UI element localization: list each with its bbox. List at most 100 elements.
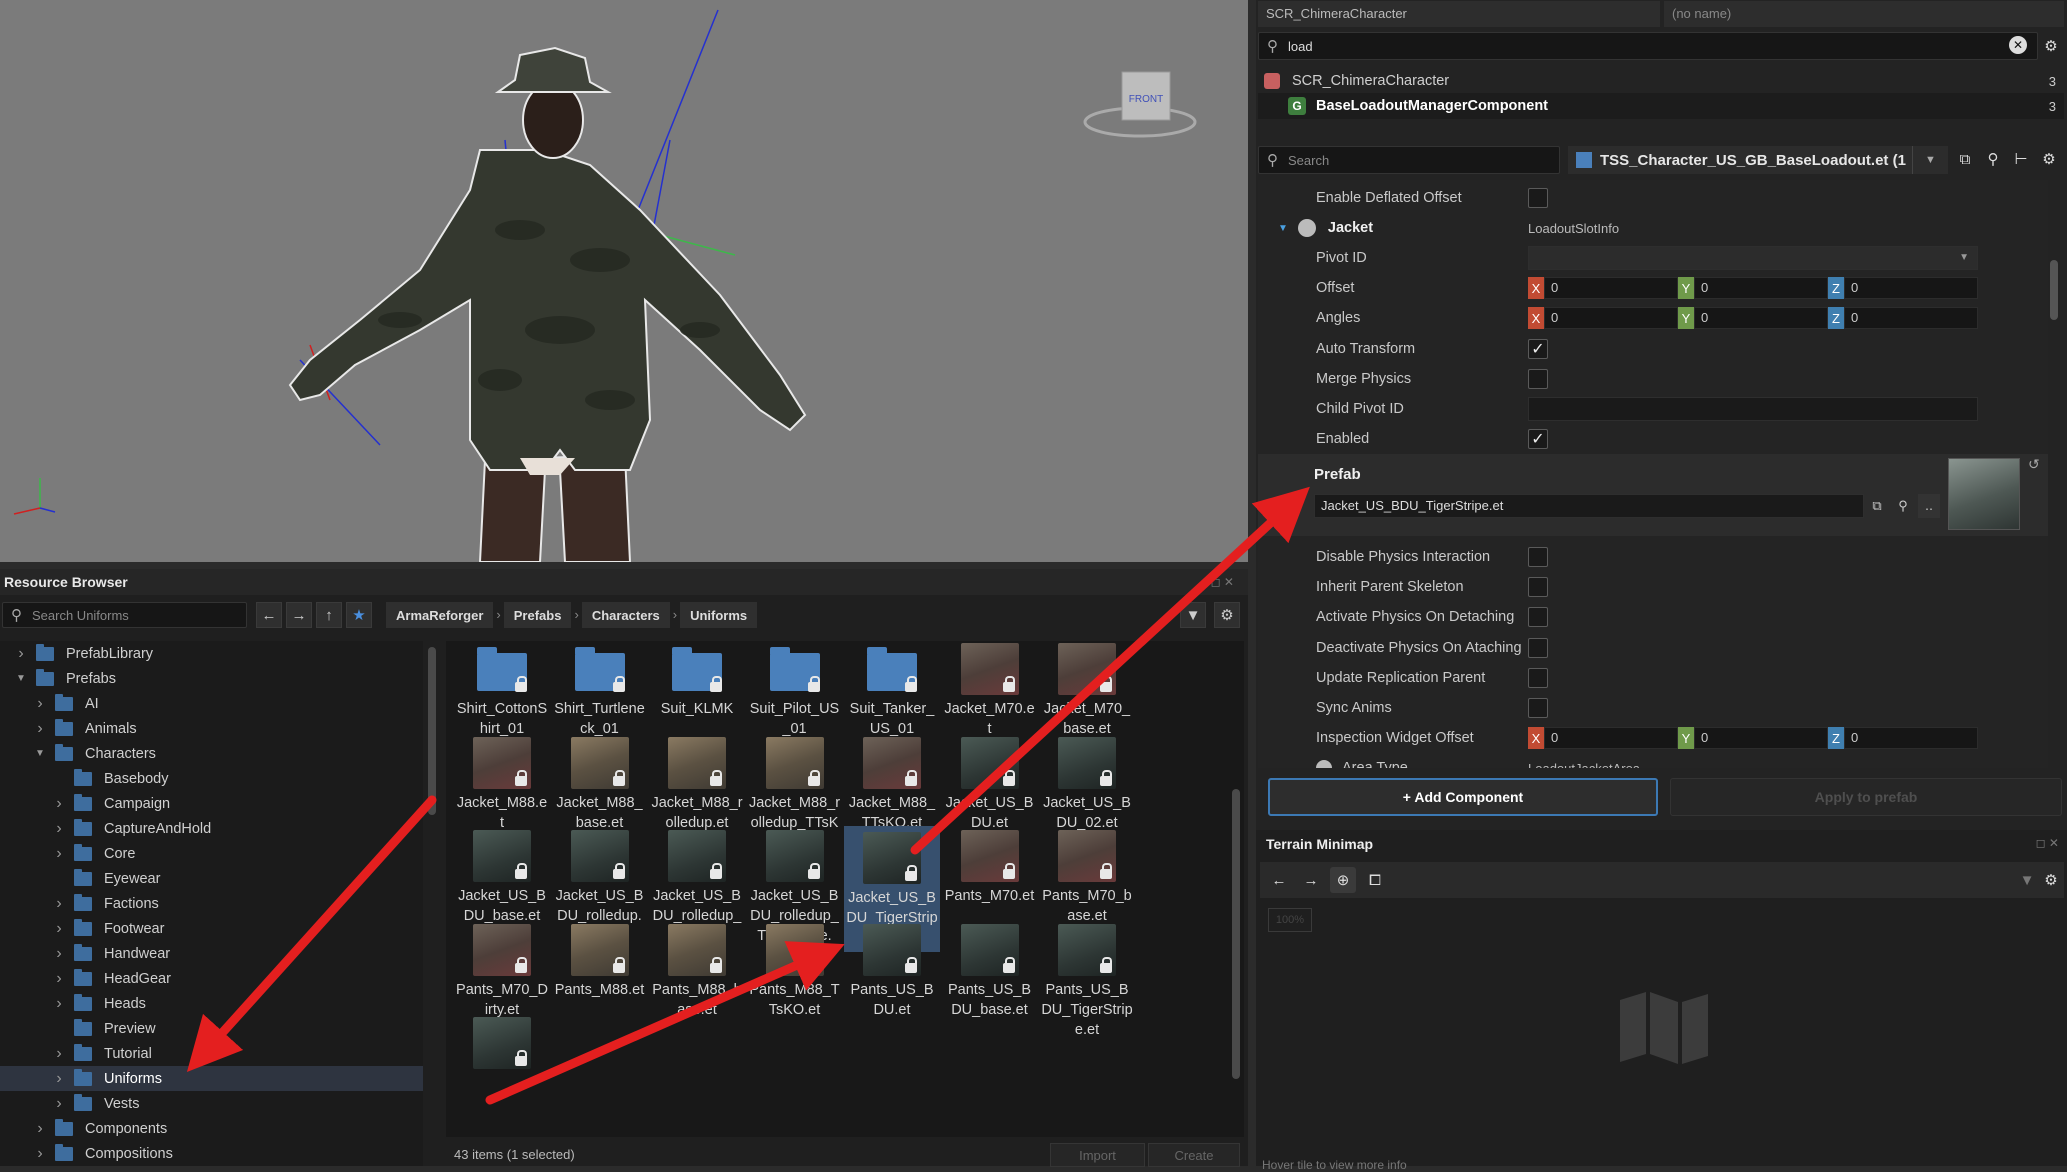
z-value-field[interactable]: 0: [1844, 307, 1978, 330]
breadcrumb-item[interactable]: Characters: [581, 602, 670, 628]
property-row[interactable]: Child Pivot ID: [1258, 394, 2048, 424]
reset-icon[interactable]: ↺: [2028, 456, 2040, 473]
tree-node[interactable]: ▼ Characters: [0, 741, 423, 766]
panel-options-icon[interactable]: ◻ ✕: [1211, 575, 1234, 589]
tree-node[interactable]: › Handwear: [0, 941, 423, 966]
tree-node[interactable]: › Components: [0, 1116, 423, 1141]
breadcrumb-item[interactable]: ArmaReforger: [386, 602, 494, 628]
prefab-value-field[interactable]: Jacket_US_BDU_TigerStripe.et: [1314, 494, 1864, 518]
open-external-icon[interactable]: ⧉: [1866, 494, 1888, 518]
y-value-field[interactable]: 0: [1694, 307, 1828, 330]
folder-tree[interactable]: › PrefabLibrary ▼ Prefabs › AI › Animals ▼ Charac…: [0, 641, 423, 1166]
chevron-down-icon[interactable]: ▼: [14, 673, 28, 684]
resource-search-field[interactable]: ⚲ Search Uniforms: [2, 602, 247, 628]
grid-scrollbar[interactable]: [1232, 789, 1240, 1079]
property-row[interactable]: Inspection Widget Offset X 0 Y 0 Z 0: [1258, 723, 2048, 753]
prefab-file-selector[interactable]: TSS_Character_US_GB_BaseLoadout.et (1: [1568, 146, 1948, 174]
asset-tile[interactable]: Pants_US_BDU.et: [844, 923, 940, 1042]
tree-node[interactable]: › Tutorial: [0, 1041, 423, 1066]
breadcrumb-item[interactable]: Prefabs: [503, 602, 572, 628]
scene-viewport[interactable]: FRONT: [0, 0, 1248, 562]
property-row[interactable]: Activate Physics On Detaching: [1258, 602, 2048, 632]
back-arrow-icon[interactable]: ←: [256, 602, 282, 628]
tree-node[interactable]: › Footwear: [0, 916, 423, 941]
x-value-field[interactable]: 0: [1544, 307, 1678, 330]
property-row[interactable]: Offset X 0 Y 0 Z 0: [1258, 273, 2048, 303]
tree-node[interactable]: › PrefabLibrary: [0, 641, 423, 666]
crop-icon[interactable]: ⧠: [1362, 867, 1388, 893]
chevron-right-icon[interactable]: ›: [52, 1045, 66, 1063]
gear-icon[interactable]: ⚙: [1214, 602, 1240, 628]
property-row[interactable]: Merge Physics: [1258, 364, 2048, 394]
chevron-right-icon[interactable]: ›: [14, 645, 28, 663]
asset-tile[interactable]: [454, 1017, 550, 1135]
property-row[interactable]: Enable Deflated Offset: [1258, 183, 2048, 213]
chevron-down-icon[interactable]: ▼: [1912, 146, 1948, 174]
property-row[interactable]: Update Replication Parent: [1258, 663, 2048, 693]
property-checkbox[interactable]: [1528, 368, 1548, 389]
chevron-right-icon[interactable]: ›: [52, 995, 66, 1013]
z-value-field[interactable]: 0: [1844, 277, 1978, 300]
y-value-field[interactable]: 0: [1694, 277, 1828, 300]
pivot-id-dropdown[interactable]: ▼: [1528, 246, 1978, 270]
search-icon[interactable]: ⚲: [1892, 494, 1914, 518]
chevron-right-icon[interactable]: ›: [52, 895, 66, 913]
back-arrow-icon[interactable]: ←: [1266, 867, 1292, 893]
clear-search-icon[interactable]: ✕: [2009, 36, 2027, 54]
property-row[interactable]: Sync Anims: [1258, 693, 2048, 723]
tree-node[interactable]: › Heads: [0, 991, 423, 1016]
search-icon[interactable]: ⚲: [1980, 146, 2006, 172]
tree-node[interactable]: Basebody: [0, 766, 423, 791]
chevron-right-icon[interactable]: ›: [52, 945, 66, 963]
filter-icon[interactable]: ▼: [1180, 602, 1206, 628]
chevron-right-icon[interactable]: ›: [52, 1095, 66, 1113]
property-row[interactable]: Enabled ✓: [1258, 424, 2048, 454]
forward-arrow-icon[interactable]: →: [286, 602, 312, 628]
gear-icon[interactable]: ⚙: [2038, 33, 2064, 59]
breadcrumb-item[interactable]: Uniforms: [680, 602, 758, 628]
tree-node[interactable]: › Factions: [0, 891, 423, 916]
property-search-field[interactable]: ⚲ Search: [1258, 146, 1560, 174]
chevron-down-icon[interactable]: ▼: [33, 748, 47, 759]
asset-tile[interactable]: Pants_US_BDU_TigerStripe.et: [1039, 923, 1135, 1042]
tree-node[interactable]: Eyewear: [0, 866, 423, 891]
chevron-right-icon[interactable]: ›: [33, 1120, 47, 1138]
apply-to-prefab-button[interactable]: Apply to prefab: [1670, 778, 2062, 816]
property-checkbox[interactable]: [1528, 577, 1548, 598]
property-checkbox[interactable]: [1528, 607, 1548, 628]
property-checkbox[interactable]: ✓: [1528, 429, 1548, 450]
chevron-right-icon[interactable]: ›: [52, 845, 66, 863]
property-row[interactable]: Deactivate Physics On Ataching: [1258, 633, 2048, 663]
component-search-field[interactable]: ⚲ load: [1258, 32, 2038, 60]
chevron-right-icon[interactable]: ›: [52, 820, 66, 838]
y-value-field[interactable]: 0: [1694, 727, 1828, 750]
property-checkbox[interactable]: [1528, 188, 1548, 208]
chevron-right-icon[interactable]: ›: [33, 1145, 47, 1163]
tree-node[interactable]: › CaptureAndHold: [0, 816, 423, 841]
view-cube[interactable]: FRONT: [1083, 71, 1197, 138]
tree-node[interactable]: › Compositions: [0, 1141, 423, 1166]
asset-tile[interactable]: Pants_M88.et: [552, 923, 648, 1042]
chevron-right-icon[interactable]: ›: [33, 720, 47, 738]
crosshair-icon[interactable]: ⊕: [1330, 867, 1356, 893]
import-button[interactable]: Import: [1050, 1143, 1145, 1167]
x-value-field[interactable]: 0: [1544, 727, 1678, 750]
x-value-field[interactable]: 0: [1544, 277, 1678, 300]
property-checkbox[interactable]: [1528, 698, 1548, 718]
property-checkbox[interactable]: [1528, 637, 1548, 658]
component-row[interactable]: G BaseLoadoutManagerComponent 3: [1258, 93, 2064, 119]
tree-node[interactable]: › Animals: [0, 716, 423, 741]
tree-node[interactable]: › Uniforms: [0, 1066, 423, 1091]
panel-options-icon[interactable]: ◻ ✕: [2036, 836, 2059, 850]
chevron-right-icon[interactable]: ›: [52, 1070, 66, 1088]
filter-icon[interactable]: ▼: [2014, 867, 2040, 893]
component-row[interactable]: SCR_ChimeraCharacter 3: [1258, 68, 2064, 94]
tree-node[interactable]: › Vests: [0, 1091, 423, 1116]
property-row[interactable]: Angles X 0 Y 0 Z 0: [1258, 303, 2048, 333]
tree-node[interactable]: › Campaign: [0, 791, 423, 816]
entity-name-field[interactable]: (no name): [1664, 1, 2064, 27]
gear-icon[interactable]: ⚙: [2038, 867, 2064, 893]
property-row[interactable]: Disable Physics Interaction: [1258, 542, 2048, 572]
open-external-icon[interactable]: ⧉: [1952, 146, 1978, 172]
gear-icon[interactable]: ⚙: [2036, 146, 2062, 172]
